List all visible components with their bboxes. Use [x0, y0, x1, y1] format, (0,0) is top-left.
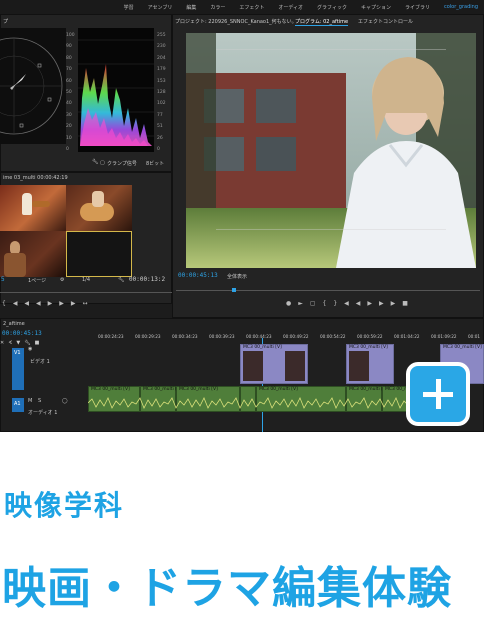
menu-edit[interactable]: 編集 — [186, 4, 196, 11]
menu-graphics[interactable]: グラフィック — [317, 4, 347, 11]
clamp-label: クランプ信号 — [107, 161, 137, 167]
track-v1-name: ビデオ 1 — [30, 359, 50, 365]
ruler-tick: 00:00:24:23 — [98, 334, 124, 339]
multicam-angle-3[interactable] — [0, 231, 66, 277]
video-clip[interactable]: MC3 00_multi [V] — [240, 344, 308, 384]
timeline-ruler[interactable]: 00:00:24:23 00:00:29:23 00:00:34:23 00:0… — [88, 333, 484, 342]
bit-depth-select[interactable]: 8ビット — [146, 160, 164, 167]
sequence-name: 2_aftime — [3, 321, 25, 327]
tab-program[interactable]: プログラム: 02_aftime — [295, 18, 349, 26]
track-a1-name: オーディオ 1 — [28, 410, 58, 416]
clamp-checkbox[interactable]: ▢ — [100, 160, 105, 166]
ruler-tick: 00:00:29:23 — [135, 334, 161, 339]
waveform-scale-left: 100 90 80 70 60 50 40 30 20 10 0 — [66, 33, 75, 153]
vectorscope — [0, 28, 66, 144]
source-zoom-select[interactable]: 1/4 — [82, 277, 90, 283]
fit-select[interactable]: 全体表示 — [227, 273, 247, 280]
ruler-tick: 00:00:44:23 — [246, 334, 272, 339]
multicam-angle-2[interactable] — [66, 185, 132, 231]
program-scrub-bar[interactable] — [176, 290, 480, 291]
track-a1-target[interactable]: A1 — [12, 398, 24, 412]
program-timecode[interactable]: 00:00:45:13 — [178, 272, 218, 279]
waveform-scale-right: 255 230 204 179 153 128 102 77 51 26 0 — [157, 33, 166, 153]
menu-active-workspace[interactable]: color_grading — [444, 4, 478, 10]
menu-captions[interactable]: キャプション — [361, 4, 391, 11]
workspace-menu-bar: 学習 アセンブリ 編集 カラー エフェクト オーディオ グラフィック キャプショ… — [0, 0, 484, 14]
ruler-tick: 00:00:34:23 — [172, 334, 198, 339]
track-v1-target[interactable]: V1 — [12, 348, 24, 390]
ruler-tick: 00:01:09:22 — [431, 334, 457, 339]
mute-icon[interactable]: M — [28, 398, 32, 404]
program-video-frame[interactable] — [186, 33, 476, 268]
ruler-tick: 00:01 — [468, 334, 481, 339]
multicam-angle-1[interactable] — [0, 185, 66, 231]
tab-project[interactable]: プロジェクト: 220926_SNNOC_Kanao1_何もない。 — [175, 18, 297, 25]
ruler-tick: 00:00:39:23 — [209, 334, 235, 339]
settings-icon[interactable]: ⚙ — [60, 277, 64, 283]
department-title: 映像学科 — [4, 489, 125, 522]
ruler-tick: 00:00:49:22 — [283, 334, 309, 339]
video-clip[interactable]: MC3 00_multi [V] — [346, 344, 394, 384]
menu-audio[interactable]: オーディオ — [278, 4, 303, 11]
source-monitor-title: ime 03_multi 00:00:42:19 — [3, 175, 68, 181]
tab-effect-controls[interactable]: エフェクトコントロール — [358, 18, 413, 25]
microphone-icon[interactable]: ◯ — [62, 398, 68, 404]
multicam-angle-4[interactable] — [66, 231, 132, 277]
waveform-graph — [78, 39, 154, 146]
headline: 映画・ドラマ編集体験 — [2, 563, 452, 614]
scopes-panel-title: プ — [3, 19, 9, 25]
timeline-timecode[interactable]: 00:00:45:13 — [2, 330, 42, 337]
menu-libraries[interactable]: ライブラリ — [405, 4, 430, 11]
menu-learn[interactable]: 学習 — [124, 4, 134, 11]
source-scrub-bar[interactable] — [0, 292, 172, 293]
eye-icon[interactable]: ◉ — [28, 346, 32, 352]
menu-assembly[interactable]: アセンブリ — [148, 4, 173, 11]
ruler-tick: 00:00:59:22 — [357, 334, 383, 339]
program-playhead[interactable] — [232, 288, 236, 292]
menu-effects[interactable]: エフェクト — [239, 4, 264, 11]
parade-waveform — [78, 28, 154, 152]
source-duration: 00:00:13:2 — [129, 276, 166, 283]
source-transport-controls[interactable]: {◀◀◀▶▶▶↔ — [2, 300, 95, 307]
menu-color[interactable]: カラー — [210, 4, 225, 11]
wrench-icon[interactable]: 🔧︎ — [92, 159, 98, 165]
solo-icon[interactable]: S — [38, 398, 41, 404]
source-page-select[interactable]: 1ページ — [28, 277, 46, 284]
program-transport-controls[interactable]: ●►▢{}◀◀▶▶▶■ — [286, 300, 415, 307]
source-timecode[interactable]: 5 — [1, 276, 5, 283]
wrench-icon[interactable]: 🔧︎ — [118, 277, 124, 283]
ruler-tick: 00:01:04:22 — [394, 334, 420, 339]
timeline-tools[interactable]: ✕∢▼🔧︎■ — [0, 340, 43, 346]
program-frame-image — [186, 33, 476, 268]
plus-button[interactable] — [406, 362, 470, 426]
vectorscope-graph — [0, 37, 63, 135]
ruler-tick: 00:00:54:22 — [320, 334, 346, 339]
